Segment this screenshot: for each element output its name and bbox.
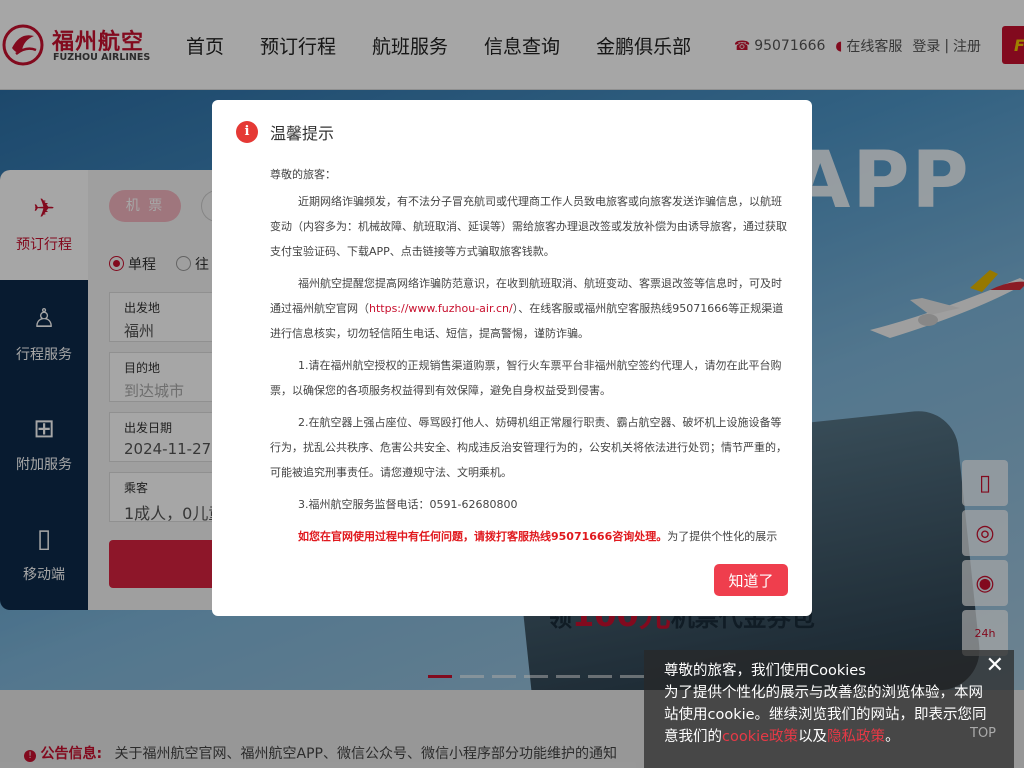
modal-paragraph: 福州航空提醒您提高网络诈骗防范意识，在收到航班取消、航班变动、客票退改签等信息时… (270, 271, 788, 346)
modal-paragraph: 如您在官网使用过程中有任何问题，请拨打客服热线95071666咨询处理。为了提供… (270, 524, 788, 547)
cookie-text-part: 。 (885, 729, 900, 745)
modal-paragraph: 3.福州航空服务监督电话：0591-62680800 (298, 498, 518, 511)
cookie-text-part: 以及 (798, 729, 828, 745)
cookie-title: 尊敬的旅客，我们使用Cookies (664, 663, 866, 679)
modal-header: i 温馨提示 (236, 120, 334, 144)
modal-paragraph: 1.请在福州航空授权的正规销售渠道购票，智行火车票平台非福州航空签约代理人，请勿… (270, 359, 782, 397)
privacy-policy-link[interactable]: 隐私政策 (827, 729, 885, 745)
modal-highlight-text: 如您在官网使用过程中有任何问题，请拨打客服热线95071666咨询处理。 (298, 530, 668, 543)
modal-greeting: 尊敬的旅客： (270, 168, 336, 181)
info-icon: i (236, 121, 258, 143)
modal-title: 温馨提示 (270, 124, 335, 143)
modal-body[interactable]: 尊敬的旅客： 近期网络诈骗频发，有不法分子冒充航司或代理商工作人员致电旅客或向旅… (270, 162, 788, 547)
cookie-text: 为了提供个性化的展示与改善您的浏览体验，本网站使用cookie。继续浏览我们的网… (664, 682, 994, 748)
back-to-top-button[interactable]: TOP (970, 726, 996, 741)
notice-modal: i 温馨提示 尊敬的旅客： 近期网络诈骗频发，有不法分子冒充航司或代理商工作人员… (212, 100, 812, 616)
cookie-banner: ✕ 尊敬的旅客，我们使用Cookies 为了提供个性化的展示与改善您的浏览体验，… (644, 650, 1014, 768)
modal-paragraph: 2.在航空器上强占座位、辱骂殴打他人、妨碍机组正常履行职责、霸占航空器、破坏机上… (270, 416, 787, 479)
modal-paragraph: 近期网络诈骗频发，有不法分子冒充航司或代理商工作人员致电旅客或向旅客发送诈骗信息… (270, 195, 787, 258)
official-site-link[interactable]: https://www.fuzhou-air.cn/ (369, 302, 513, 315)
acknowledge-button[interactable]: 知道了 (714, 564, 788, 596)
cookie-policy-link[interactable]: cookie政策 (722, 729, 798, 745)
close-icon[interactable]: ✕ (986, 655, 1004, 677)
